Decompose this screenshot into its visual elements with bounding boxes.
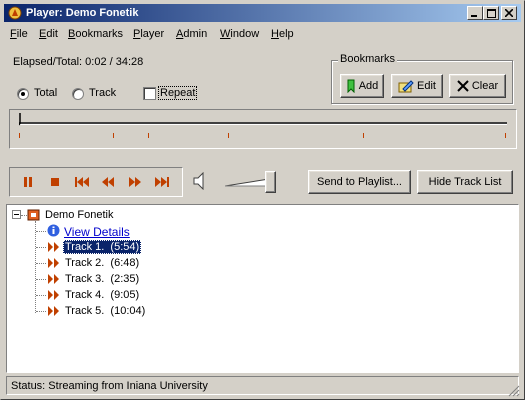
track-play-icon <box>48 274 59 284</box>
skip-back-icon <box>75 177 89 187</box>
pause-button[interactable] <box>16 172 40 192</box>
tree-root-label[interactable]: Demo Fonetik <box>45 209 113 221</box>
track-item[interactable]: Track 4. (9:05) <box>63 288 141 302</box>
tree-connector <box>36 295 46 296</box>
status-text: Status: Streaming from Iniana University <box>11 380 208 392</box>
speaker-icon[interactable] <box>193 172 207 190</box>
clear-bookmarks-button[interactable]: Clear <box>449 74 506 98</box>
previous-track-button[interactable] <box>70 172 94 192</box>
edit-bookmark-button[interactable]: Edit <box>391 74 443 98</box>
package-icon <box>27 209 40 221</box>
tree-connector <box>35 221 36 313</box>
track-item[interactable]: Track 5. (10:04) <box>63 304 147 318</box>
tree-connector <box>36 311 46 312</box>
tree-connector <box>36 247 46 248</box>
track-play-icon <box>48 258 59 268</box>
total-radio-label: Total <box>34 87 58 99</box>
next-track-button[interactable] <box>150 172 174 192</box>
fast-forward-icon <box>129 177 141 187</box>
maximize-button[interactable] <box>483 6 499 20</box>
title-bar[interactable]: Player: Demo Fonetik <box>4 4 521 22</box>
volume-thumb[interactable] <box>265 171 276 193</box>
minimize-button[interactable] <box>467 6 483 20</box>
menu-player[interactable]: Player <box>133 28 164 40</box>
repeat-checkbox[interactable]: Repeat <box>143 86 203 101</box>
tree-connector <box>36 279 46 280</box>
radio-selected-dot <box>21 92 25 96</box>
edit-bookmark-label: Edit <box>417 80 436 92</box>
bookmark-markers <box>19 133 507 139</box>
timeline-track[interactable] <box>19 122 507 125</box>
clear-x-icon <box>457 80 469 92</box>
track-tree: Demo Fonetik View Details Track 1. (5:54… <box>6 204 519 373</box>
bookmarks-group-title: Bookmarks <box>338 53 398 65</box>
menu-admin[interactable]: Admin <box>176 28 207 40</box>
info-icon <box>47 224 60 237</box>
track-item[interactable]: Track 2. (6:48) <box>63 256 141 270</box>
minus-icon <box>14 214 19 215</box>
bookmark-marker[interactable] <box>113 133 114 138</box>
timeline-thumb[interactable] <box>18 113 27 133</box>
send-to-playlist-button[interactable]: Send to Playlist... <box>308 170 411 194</box>
window-title: Player: Demo Fonetik <box>26 7 139 19</box>
maximize-icon <box>486 8 496 18</box>
bookmark-marker[interactable] <box>228 133 229 138</box>
add-bookmark-button[interactable]: Add <box>340 74 384 98</box>
send-to-playlist-label: Send to Playlist... <box>317 176 402 188</box>
bookmark-marker[interactable] <box>505 133 506 138</box>
resize-grip-icon[interactable] <box>508 385 520 397</box>
elapsed-value: 0:02 / 34:28 <box>85 56 144 68</box>
collapse-toggle[interactable] <box>12 210 21 219</box>
status-bar: Status: Streaming from Iniana University <box>6 376 519 395</box>
bookmark-edit-icon <box>398 80 414 93</box>
elapsed-readout: Elapsed/Total: 0:02 / 34:28 <box>13 56 143 68</box>
bookmark-marker[interactable] <box>148 133 149 138</box>
rewind-button[interactable] <box>96 172 120 192</box>
close-icon <box>505 9 513 17</box>
track-item[interactable]: Track 3. (2:35) <box>63 272 141 286</box>
track-play-icon <box>48 242 59 252</box>
hide-track-list-label: Hide Track List <box>428 176 502 188</box>
pause-icon <box>24 177 32 187</box>
timeline-thumb-icon <box>18 113 21 126</box>
add-bookmark-label: Add <box>358 80 379 92</box>
tree-connector <box>36 231 46 232</box>
track-radio-circle[interactable] <box>72 88 84 100</box>
rewind-icon <box>102 177 114 187</box>
view-details-link[interactable]: View Details <box>64 225 130 239</box>
menu-bar: File Edit Bookmarks Player Admin Window … <box>4 25 521 43</box>
fast-forward-button[interactable] <box>123 172 147 192</box>
menu-file[interactable]: File <box>10 28 28 40</box>
app-icon <box>8 6 22 20</box>
track-radio[interactable]: Track <box>72 87 132 101</box>
menu-bookmarks[interactable]: Bookmarks <box>68 28 123 40</box>
stop-button[interactable] <box>43 172 67 192</box>
hide-track-list-button[interactable]: Hide Track List <box>417 170 513 194</box>
bookmark-add-icon <box>347 79 355 93</box>
clear-bookmarks-label: Clear <box>471 80 499 92</box>
skip-forward-icon <box>155 177 169 187</box>
menu-help[interactable]: Help <box>271 28 294 40</box>
total-radio[interactable]: Total <box>17 87 77 101</box>
transport-controls <box>9 167 183 197</box>
track-item[interactable]: Track 1. (5:54) <box>63 240 142 254</box>
minimize-icon <box>471 15 477 17</box>
bookmark-marker[interactable] <box>19 133 20 138</box>
track-play-icon <box>48 290 59 300</box>
bookmark-marker[interactable] <box>363 133 364 138</box>
menu-window[interactable]: Window <box>220 28 259 40</box>
repeat-checkbox-box[interactable] <box>143 87 156 100</box>
tree-connector <box>36 263 46 264</box>
player-window: Player: Demo Fonetik File Edit Bookmarks… <box>0 0 525 400</box>
track-play-icon <box>48 306 59 316</box>
menu-edit[interactable]: Edit <box>39 28 58 40</box>
elapsed-label: Elapsed/Total: <box>13 56 83 68</box>
repeat-checkbox-label: Repeat <box>157 86 198 100</box>
timeline-panel <box>9 109 517 149</box>
close-button[interactable] <box>501 6 517 20</box>
total-radio-circle[interactable] <box>17 88 29 100</box>
track-radio-label: Track <box>89 87 117 99</box>
stop-icon <box>51 178 59 186</box>
